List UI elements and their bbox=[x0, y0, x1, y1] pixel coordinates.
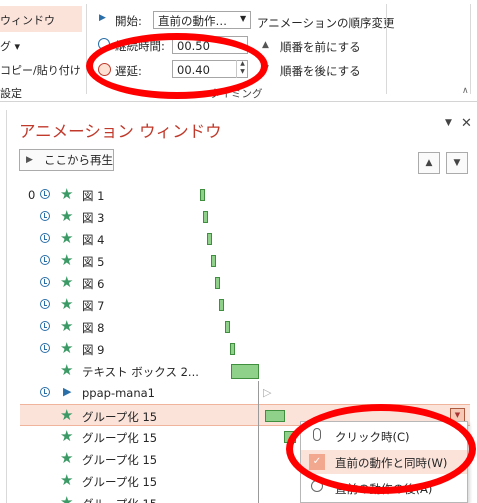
row-label: 図 6 bbox=[82, 277, 105, 291]
animation-row[interactable]: ★ 図 5 bbox=[20, 250, 470, 272]
animation-row[interactable]: ★ 図 8 bbox=[20, 316, 470, 338]
timing-bar[interactable] bbox=[207, 233, 212, 245]
timing-bar[interactable] bbox=[230, 343, 235, 355]
start-icon: ▶ bbox=[99, 13, 106, 23]
media-play-icon: ▶ bbox=[63, 385, 72, 398]
play-icon: ▶ bbox=[26, 155, 33, 165]
row-label: グループ化 15 bbox=[82, 431, 158, 445]
play-from-label: ここから再生 bbox=[44, 153, 113, 167]
row-label: 図 5 bbox=[82, 255, 105, 269]
arrow-up-icon: ▲ bbox=[262, 40, 269, 50]
timing-bar[interactable] bbox=[225, 321, 230, 333]
close-icon[interactable]: ✕ bbox=[461, 116, 472, 131]
row-label: グループ化 15 bbox=[82, 453, 158, 467]
clock-icon bbox=[40, 321, 50, 331]
start-select-value: 直前の動作… bbox=[158, 14, 227, 28]
group-label-advanced: 設定 bbox=[0, 87, 22, 100]
animation-row[interactable]: ★ 図 4 bbox=[20, 228, 470, 250]
clock-icon bbox=[40, 211, 50, 221]
timing-bar[interactable] bbox=[203, 211, 208, 223]
animation-row[interactable]: ★ 図 7 bbox=[20, 294, 470, 316]
star-effect-icon: ★ bbox=[60, 471, 74, 489]
clock-icon bbox=[40, 255, 50, 265]
row-label: ppap-mana1 bbox=[82, 386, 155, 400]
clock-icon bbox=[40, 189, 50, 199]
animation-row[interactable]: 0 ★ 図 1 bbox=[20, 184, 470, 206]
row-label: テキスト ボックス 2... bbox=[82, 365, 199, 379]
clock-icon bbox=[40, 343, 50, 353]
animation-row[interactable]: ★ テキスト ボックス 2... bbox=[20, 360, 470, 382]
timeline-marker bbox=[258, 381, 259, 503]
ribbon-divider bbox=[470, 4, 471, 94]
animation-row[interactable]: ★ 図 3 bbox=[20, 206, 470, 228]
row-label: 図 8 bbox=[82, 321, 105, 335]
timing-bar[interactable] bbox=[211, 255, 216, 267]
timing-bar[interactable] bbox=[215, 277, 220, 289]
animation-row[interactable]: ★ 図 9 bbox=[20, 338, 470, 360]
animation-row[interactable]: ▶ ppap-mana1 ▷ bbox=[20, 382, 470, 404]
clock-icon bbox=[40, 387, 50, 397]
media-timing-marker: ▷ bbox=[263, 386, 272, 399]
clock-icon bbox=[40, 233, 50, 243]
star-effect-icon: ★ bbox=[60, 361, 74, 379]
row-label: 図 4 bbox=[82, 233, 105, 247]
timing-bar[interactable] bbox=[231, 364, 259, 379]
row-label: グループ化 15 bbox=[82, 496, 157, 503]
annotation-ellipse-menu bbox=[286, 404, 476, 494]
star-effect-icon: ★ bbox=[60, 449, 74, 467]
move-down-button[interactable]: ▼ bbox=[446, 152, 468, 174]
star-effect-icon: ★ bbox=[60, 295, 74, 313]
row-label: 図 7 bbox=[82, 299, 105, 313]
row-label: 図 1 bbox=[82, 189, 105, 203]
pane-options-icon[interactable]: ▼ bbox=[445, 118, 452, 128]
ribbon-divider bbox=[386, 4, 387, 94]
animation-row[interactable]: ★ 図 6 bbox=[20, 272, 470, 294]
collapse-ribbon-icon[interactable]: ∧ bbox=[462, 86, 469, 96]
trigger-dropdown[interactable]: グ ▾ bbox=[0, 38, 20, 54]
move-later-button[interactable]: 順番を後にする bbox=[280, 63, 361, 79]
reorder-title: アニメーションの順序変更 bbox=[257, 16, 395, 30]
timing-bar[interactable] bbox=[265, 410, 285, 422]
animation-pane-button[interactable]: ウィンドウ bbox=[0, 12, 55, 28]
star-effect-icon: ★ bbox=[60, 185, 74, 203]
row-number: 0 bbox=[28, 188, 36, 202]
clock-icon bbox=[40, 277, 50, 287]
row-label: グループ化 15 bbox=[82, 410, 158, 424]
animation-painter-button[interactable]: コピー/貼り付け bbox=[0, 62, 81, 78]
pane-title: アニメーション ウィンドウ bbox=[19, 122, 222, 141]
ribbon-divider bbox=[86, 4, 87, 94]
star-effect-icon: ★ bbox=[60, 406, 74, 424]
pane-border bbox=[6, 110, 7, 503]
star-effect-icon: ★ bbox=[60, 339, 74, 357]
timing-bar[interactable] bbox=[200, 189, 205, 201]
start-label: 開始: bbox=[115, 14, 142, 28]
timing-bar[interactable] bbox=[219, 299, 224, 311]
star-effect-icon: ★ bbox=[60, 317, 74, 335]
play-from-button[interactable]: ▶ ここから再生 bbox=[19, 149, 114, 171]
start-select[interactable]: 直前の動作… bbox=[153, 11, 251, 29]
annotation-ellipse-delay bbox=[86, 33, 268, 99]
move-earlier-button[interactable]: 順番を前にする bbox=[280, 39, 361, 55]
row-label: 図 9 bbox=[82, 343, 105, 357]
star-effect-icon: ★ bbox=[60, 207, 74, 225]
star-effect-icon: ★ bbox=[60, 493, 74, 503]
star-effect-icon: ★ bbox=[60, 427, 74, 445]
row-label: グループ化 15 bbox=[82, 475, 158, 489]
chevron-down-icon[interactable]: ▼ bbox=[240, 14, 246, 23]
clock-icon bbox=[40, 299, 50, 309]
star-effect-icon: ★ bbox=[60, 229, 74, 247]
row-label: 図 3 bbox=[82, 211, 105, 225]
star-effect-icon: ★ bbox=[60, 273, 74, 291]
move-up-button[interactable]: ▲ bbox=[418, 152, 440, 174]
star-effect-icon: ★ bbox=[60, 251, 74, 269]
